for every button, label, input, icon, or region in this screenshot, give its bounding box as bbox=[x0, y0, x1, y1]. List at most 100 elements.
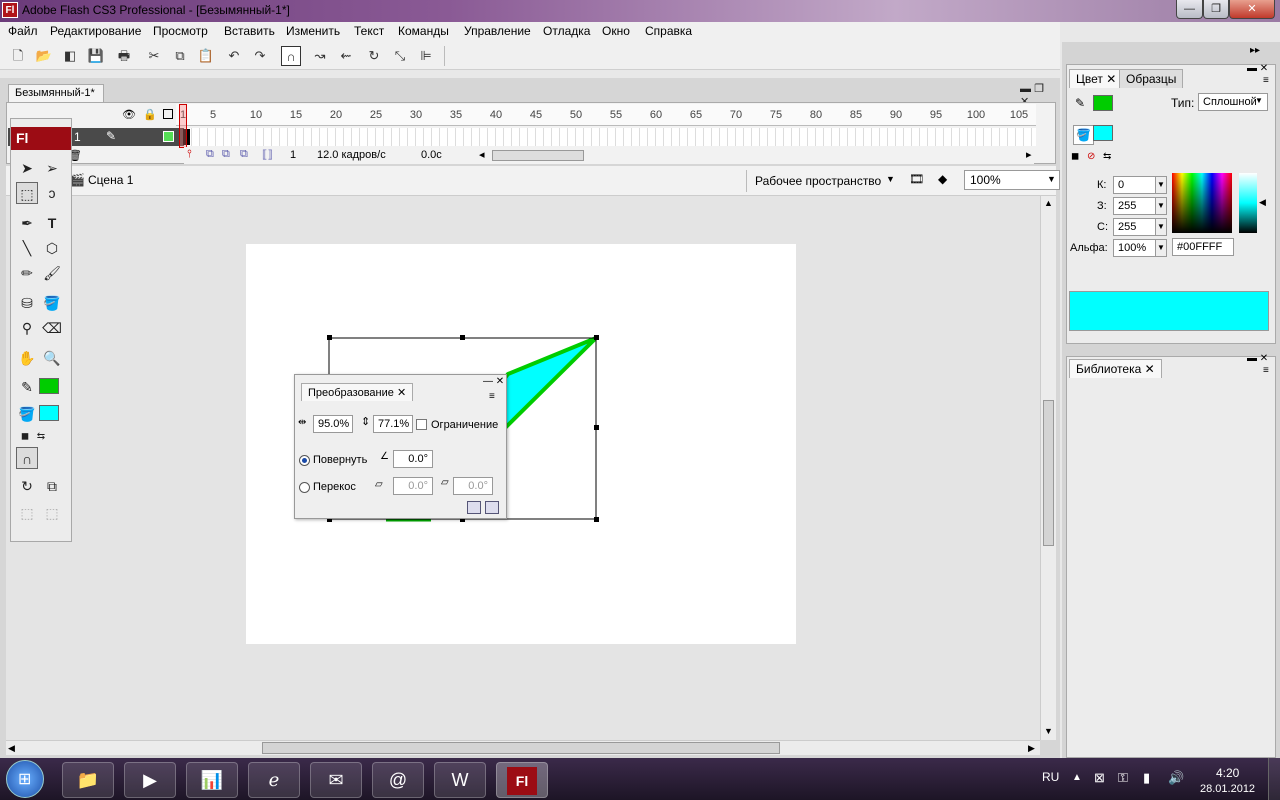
skew-radio[interactable] bbox=[299, 482, 310, 493]
layer-color-swatch[interactable] bbox=[163, 131, 174, 142]
blue-input[interactable]: 255 bbox=[1113, 218, 1157, 236]
eye-icon[interactable]: 👁 bbox=[122, 108, 136, 121]
minimize-button[interactable]: — bbox=[1176, 0, 1203, 19]
height-percent-input[interactable]: 77.1% bbox=[373, 415, 413, 433]
powerpoint-taskbar-icon[interactable]: 📊 bbox=[186, 762, 238, 798]
menu-commands[interactable]: Команды bbox=[398, 24, 449, 38]
menu-view[interactable]: Просмотр bbox=[153, 24, 208, 38]
save-icon[interactable]: 💾 bbox=[86, 46, 106, 66]
constrain-label[interactable]: Ограничение bbox=[431, 419, 498, 431]
open-folder-icon[interactable]: 📂 bbox=[34, 46, 54, 66]
scale-icon[interactable]: ⤡ bbox=[390, 46, 410, 66]
language-indicator[interactable]: RU bbox=[1042, 770, 1059, 784]
document-tab[interactable]: Безымянный-1* bbox=[8, 84, 104, 102]
transform-handle[interactable] bbox=[594, 335, 599, 340]
rotate-radio[interactable] bbox=[299, 455, 310, 466]
scroll-left-icon[interactable]: ◀ bbox=[8, 743, 15, 754]
cut-icon[interactable]: ✂ bbox=[144, 46, 164, 66]
minimize-icon[interactable]: — ✕ bbox=[483, 376, 504, 387]
zoom-tool-icon[interactable]: 🔍 bbox=[41, 347, 63, 369]
tray-icon[interactable]: ⊠ bbox=[1094, 770, 1105, 786]
media-player-taskbar-icon[interactable]: ▶ bbox=[124, 762, 176, 798]
edit-multiple-icon[interactable]: ⧉ bbox=[240, 148, 248, 161]
paste-icon[interactable]: 📋 bbox=[196, 46, 216, 66]
outline-icon[interactable] bbox=[163, 109, 173, 119]
eyedropper-tool-icon[interactable]: ⚲ bbox=[16, 317, 38, 339]
tab-color[interactable]: Цвет ✕ bbox=[1069, 69, 1124, 88]
polygon-tool-icon[interactable]: ⬡ bbox=[41, 237, 63, 259]
snap-to-objects-icon[interactable]: ∩ bbox=[16, 447, 38, 469]
text-tool-icon[interactable]: T bbox=[41, 212, 63, 234]
scene-name[interactable]: Сцена 1 bbox=[88, 173, 133, 187]
green-input[interactable]: 255 bbox=[1113, 197, 1157, 215]
zoom-value[interactable]: 100% bbox=[970, 173, 1001, 187]
close-button[interactable]: ✕ bbox=[1229, 0, 1275, 19]
maximize-button[interactable]: ❐ bbox=[1203, 0, 1229, 19]
skew-h-input[interactable]: 0.0° bbox=[393, 477, 433, 495]
transform-handle[interactable] bbox=[594, 517, 599, 522]
align-icon[interactable]: ⊫ bbox=[416, 46, 436, 66]
rotate-skew-icon[interactable]: ↻ bbox=[364, 46, 384, 66]
stroke-color-swatch[interactable] bbox=[39, 378, 59, 394]
chevron-down-icon[interactable]: ▼ bbox=[1155, 218, 1167, 236]
scroll-up-icon[interactable]: ▲ bbox=[1044, 198, 1053, 208]
straighten-icon[interactable]: ⇜ bbox=[336, 46, 356, 66]
timeline-ruler[interactable]: 1 5 10 15 20 25 30 35 40 45 50 55 60 65 … bbox=[176, 104, 1036, 126]
rotate-label[interactable]: Повернуть bbox=[313, 454, 367, 466]
rotate-and-skew-icon[interactable]: ↻ bbox=[16, 475, 38, 497]
menu-help[interactable]: Справка bbox=[645, 24, 692, 38]
chevron-down-icon[interactable]: ▼ bbox=[886, 174, 895, 184]
redo-icon[interactable]: ↷ bbox=[250, 46, 270, 66]
menu-debug[interactable]: Отладка bbox=[543, 24, 590, 38]
tab-library[interactable]: Библиотека ✕ bbox=[1069, 359, 1162, 378]
playhead[interactable] bbox=[179, 104, 187, 148]
timeline-h-scrollbar[interactable] bbox=[492, 150, 584, 161]
panel-menu-icon[interactable]: ≡ bbox=[1263, 75, 1269, 86]
tab-swatches[interactable]: Образцы bbox=[1119, 69, 1184, 88]
internet-explorer-taskbar-icon[interactable]: ℯ bbox=[248, 762, 300, 798]
workspace-dropdown[interactable]: Рабочее пространство bbox=[755, 174, 881, 188]
skew-label[interactable]: Перекос bbox=[313, 481, 356, 493]
scroll-left-icon[interactable]: ◂ bbox=[479, 148, 485, 161]
color-spectrum[interactable] bbox=[1172, 173, 1232, 233]
panel-menu-icon[interactable]: ≡ bbox=[1263, 365, 1269, 376]
brightness-slider[interactable] bbox=[1239, 173, 1257, 233]
chevron-down-icon[interactable]: ▼ bbox=[1255, 96, 1263, 105]
menu-edit[interactable]: Редактирование bbox=[50, 24, 141, 38]
start-button[interactable]: ⊞ bbox=[6, 760, 44, 798]
center-frame-icon[interactable]: ⫯ bbox=[187, 148, 192, 161]
copy-transform-icon[interactable] bbox=[467, 501, 481, 514]
menu-file[interactable]: Файл bbox=[8, 24, 38, 38]
black-white-icon[interactable]: ◼ bbox=[1071, 151, 1079, 162]
tray-icon[interactable]: ⚿ bbox=[1118, 770, 1128, 786]
doc-restore-icon[interactable]: ❐ bbox=[1034, 83, 1044, 95]
width-percent-input[interactable]: 95.0% bbox=[313, 415, 353, 433]
h-scroll-thumb[interactable] bbox=[262, 742, 780, 754]
pencil-tool-icon[interactable]: ✏ bbox=[16, 262, 38, 284]
constrain-checkbox[interactable] bbox=[416, 419, 427, 430]
paint-bucket-tool-icon[interactable]: 🪣 bbox=[41, 292, 63, 314]
free-transform-tool-icon[interactable]: ⬚ bbox=[16, 182, 38, 204]
scroll-right-icon[interactable]: ▸ bbox=[1026, 148, 1032, 161]
transform-tab[interactable]: Преобразование ✕ bbox=[301, 383, 414, 401]
onion-markers-icon[interactable]: ⟦⟧ bbox=[262, 148, 273, 161]
explorer-taskbar-icon[interactable]: 📁 bbox=[62, 762, 114, 798]
stage-h-scrollbar[interactable]: ◀ ▶ bbox=[6, 740, 1040, 755]
chevron-down-icon[interactable]: ▼ bbox=[1155, 197, 1167, 215]
frame-rate[interactable]: 12.0 кадров/с bbox=[317, 149, 386, 161]
snap-magnet-icon[interactable]: ∩ bbox=[281, 46, 301, 66]
open-bridge-icon[interactable]: ◧ bbox=[60, 46, 80, 66]
onion-outline-icon[interactable]: ⧉ bbox=[222, 148, 230, 161]
fill-swatch[interactable] bbox=[1093, 125, 1113, 141]
pen-tool-icon[interactable]: ✒ bbox=[16, 212, 38, 234]
new-file-icon[interactable]: 🗋 bbox=[8, 46, 28, 66]
chevron-down-icon[interactable]: ▼ bbox=[1155, 176, 1167, 194]
skew-v-input[interactable]: 0.0° bbox=[453, 477, 493, 495]
reset-transform-icon[interactable] bbox=[485, 501, 499, 514]
v-scroll-thumb[interactable] bbox=[1043, 400, 1054, 546]
hand-tool-icon[interactable]: ✋ bbox=[16, 347, 38, 369]
fill-bucket-icon[interactable]: 🪣 bbox=[1073, 125, 1094, 145]
chevron-down-icon[interactable]: ▼ bbox=[1155, 239, 1167, 257]
menu-modify[interactable]: Изменить bbox=[286, 24, 340, 38]
copy-icon[interactable]: ⧉ bbox=[170, 46, 190, 66]
